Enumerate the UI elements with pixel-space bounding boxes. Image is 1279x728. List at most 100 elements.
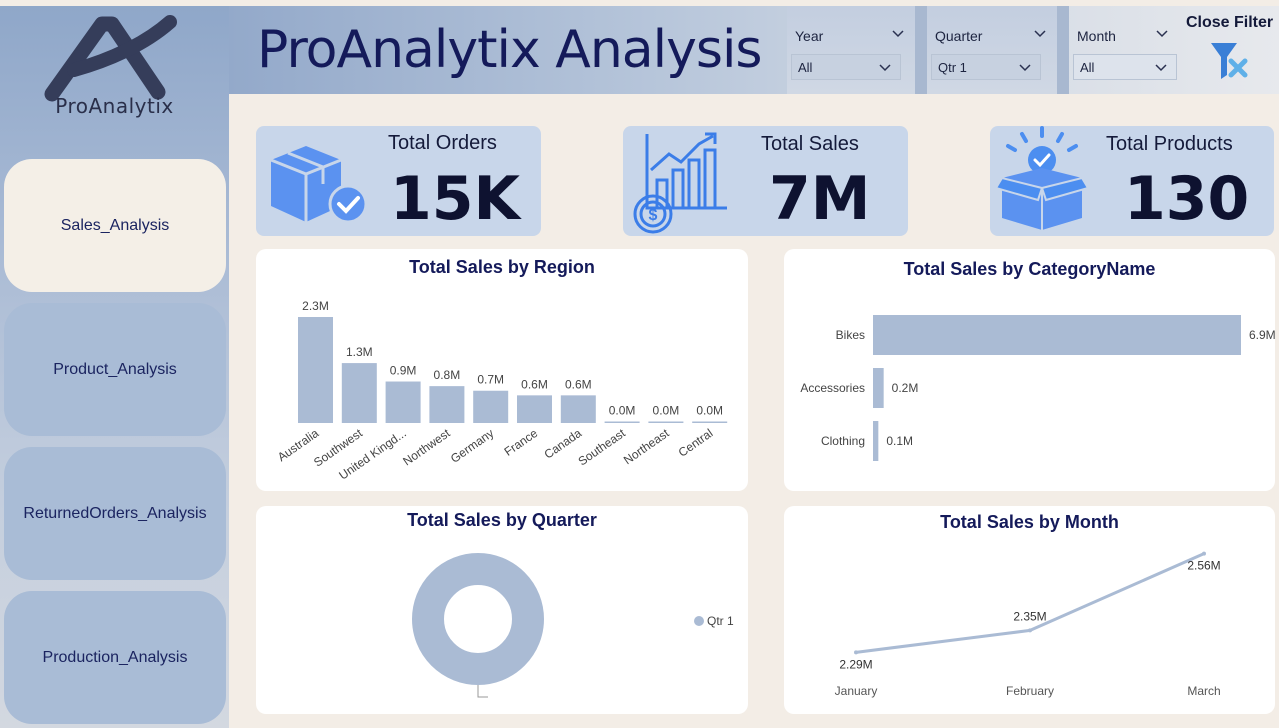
month-chart-panel: Total Sales by Month 2.29M January 2.35M Fe… xyxy=(784,506,1275,714)
tick-label: France xyxy=(502,426,541,459)
bar xyxy=(429,386,465,423)
series-line xyxy=(855,552,1205,654)
bar xyxy=(341,363,377,423)
category-chart-panel: Total Sales by CategoryName Bikes 6.9M Acc… xyxy=(784,249,1275,491)
tick-label: March xyxy=(1187,684,1220,698)
kpi-value: 15K xyxy=(390,164,520,234)
bar xyxy=(385,381,421,423)
tick-label: Northeast xyxy=(621,426,672,468)
bar xyxy=(873,368,884,408)
chevron-down-icon xyxy=(1155,64,1167,72)
data-label: 0.1M xyxy=(886,434,913,448)
tick-label: Clothing xyxy=(821,434,865,448)
data-point xyxy=(854,650,858,655)
bar xyxy=(517,395,552,423)
year-dropdown-value: All xyxy=(798,60,813,75)
kpi-total-orders: Total Orders 15K xyxy=(256,126,541,236)
tick-label: February xyxy=(1006,684,1054,698)
data-label: 2.56M xyxy=(1187,559,1220,573)
tick-label: Accessories xyxy=(800,381,865,395)
bar xyxy=(873,421,879,461)
nav-product-analysis[interactable]: Product_Analysis xyxy=(4,303,226,436)
month-dropdown-value: All xyxy=(1080,60,1095,75)
data-point xyxy=(1028,628,1032,633)
sidebar: ProAnalytix Sales_Analysis Product_Analy… xyxy=(0,6,229,728)
month-dropdown[interactable]: All xyxy=(1073,54,1177,80)
kpi-total-products: Total Products 130 xyxy=(990,126,1274,236)
donut-slice xyxy=(412,553,544,685)
data-label: 0.9M xyxy=(390,364,417,378)
kpi-value: 7M xyxy=(769,164,871,234)
category-bar-chart: Bikes 6.9M Accessories 0.2M Clothing 0.1M xyxy=(800,315,1275,461)
divider xyxy=(1057,6,1069,94)
data-label: 0.7M xyxy=(477,373,504,387)
nav-returned-orders-analysis[interactable]: ReturnedOrders_Analysis xyxy=(4,447,226,580)
kpi-title: Total Sales xyxy=(761,133,859,155)
quarter-dropdown-value: Qtr 1 xyxy=(938,60,967,75)
month-slicer-label: Month xyxy=(1077,28,1116,44)
data-label: 2.35M xyxy=(1013,609,1046,623)
data-label: 0.2M xyxy=(892,381,919,395)
bar xyxy=(473,390,509,423)
data-label: 1.3M xyxy=(346,345,373,359)
kpi-total-sales: $ Total Sales 7M xyxy=(623,126,908,236)
kpi-value: 130 xyxy=(1124,164,1250,234)
year-slicer: Year All xyxy=(787,6,915,94)
divider xyxy=(915,6,927,94)
data-label: 0.0M xyxy=(653,404,680,418)
data-label: 0.0M xyxy=(696,404,723,418)
bar xyxy=(648,421,684,423)
data-label: 2.29M xyxy=(839,657,872,671)
quarter-slicer: Quarter Qtr 1 xyxy=(927,6,1057,94)
chevron-down-icon[interactable] xyxy=(1155,26,1169,40)
chevron-down-icon[interactable] xyxy=(891,26,905,40)
tick-label: Bikes xyxy=(836,328,865,342)
sales-growth-icon: $ xyxy=(633,132,727,234)
leader-line xyxy=(477,685,488,698)
data-label: 6.9M xyxy=(1249,328,1275,342)
tick-label: Southeast xyxy=(576,426,629,469)
svg-text:$: $ xyxy=(649,207,658,224)
brand-name: ProAnalytix xyxy=(55,94,174,118)
tick-label: Northwest xyxy=(400,426,453,469)
nav-sales-analysis[interactable]: Sales_Analysis xyxy=(4,159,226,292)
header: ProAnalytix Analysis Year All Quarter Qt… xyxy=(229,6,1279,94)
kpi-title: Total Products xyxy=(1106,133,1233,155)
region-chart-panel: Total Sales by Region 2.3M Australia 1.3M S… xyxy=(256,249,748,491)
data-label: 0.6M xyxy=(565,377,592,391)
tick-label: Central xyxy=(676,426,716,460)
tick-label: January xyxy=(835,684,878,698)
boxes-icon xyxy=(270,146,368,224)
kpi-title: Total Orders xyxy=(388,132,497,154)
tick-label: Germany xyxy=(448,426,496,466)
bar xyxy=(873,315,1241,355)
quarter-chart-panel: Total Sales by Quarter 7.2M (100%)Qtr 1 xyxy=(256,506,748,714)
page-title: ProAnalytix Analysis xyxy=(257,20,762,80)
clear-filter-icon[interactable] xyxy=(1209,39,1249,83)
quarter-donut-chart: 7.2M (100%)Qtr 1 xyxy=(412,553,734,698)
legend-marker xyxy=(694,616,704,626)
month-line-chart: 2.29M January 2.35M February 2.56M March xyxy=(835,551,1221,698)
quarter-dropdown[interactable]: Qtr 1 xyxy=(931,54,1041,80)
chevron-down-icon xyxy=(1019,64,1031,72)
month-slicer: Month All xyxy=(1069,6,1199,94)
data-label: 0.6M xyxy=(521,377,548,391)
data-label: 2.3M xyxy=(302,299,329,313)
bar xyxy=(298,317,333,423)
bar xyxy=(560,395,596,423)
chevron-down-icon[interactable] xyxy=(1033,26,1047,40)
bar xyxy=(604,421,640,423)
data-label: 0.8M xyxy=(434,368,461,382)
year-dropdown[interactable]: All xyxy=(791,54,901,80)
quarter-slicer-label: Quarter xyxy=(935,28,983,44)
data-label: 0.0M xyxy=(609,404,636,418)
close-filter-button[interactable]: Close Filter xyxy=(1186,14,1273,32)
legend-label: Qtr 1 xyxy=(707,614,734,628)
chevron-down-icon xyxy=(879,64,891,72)
nav-production-analysis[interactable]: Production_Analysis xyxy=(4,591,226,724)
bar xyxy=(692,421,728,423)
region-bar-chart: 2.3MAustralia1.3MSouthwest0.9MUnited Kin… xyxy=(275,299,728,483)
data-point xyxy=(1202,551,1206,556)
dashboard-root: { "brand": { "name": "ProAnalytix" }, "h… xyxy=(0,0,1279,728)
year-slicer-label: Year xyxy=(795,28,824,44)
